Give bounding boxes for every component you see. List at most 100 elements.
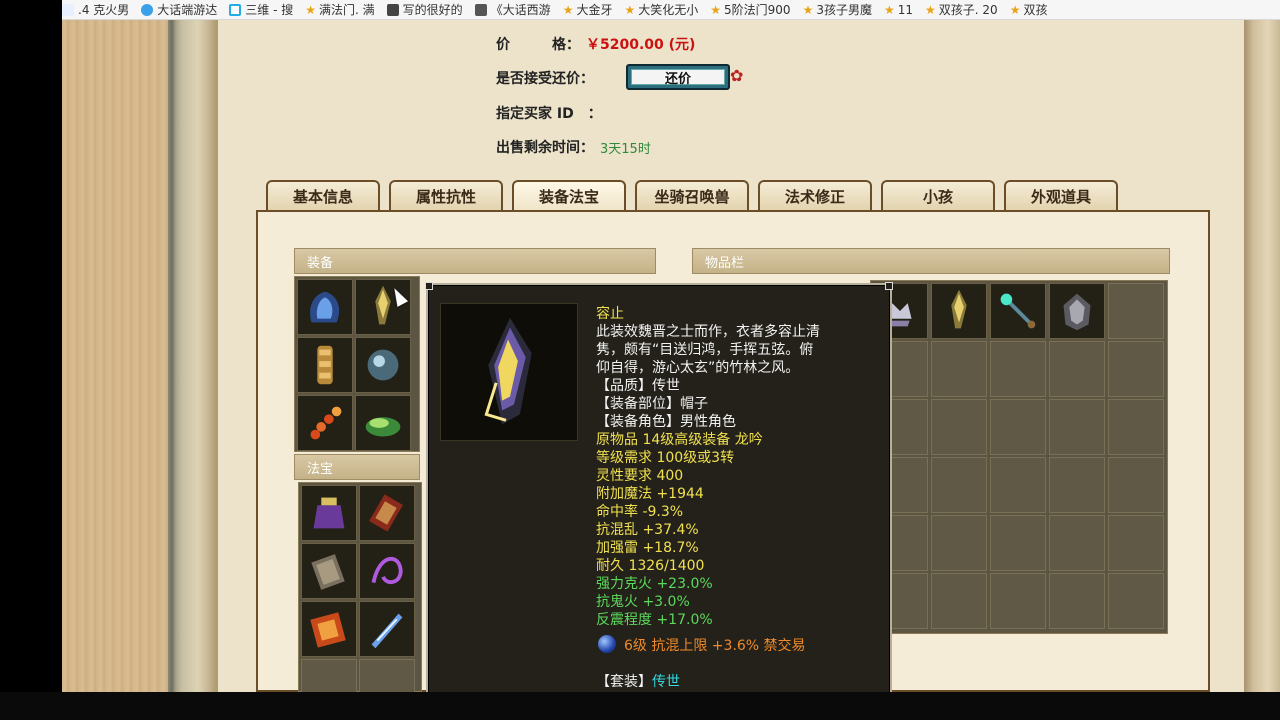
inventory-slot-empty[interactable] — [1049, 515, 1105, 571]
item-origin: 原物品 14级高级装备 龙吟 — [596, 432, 763, 448]
equipment-header: 装备 — [294, 248, 656, 274]
item-set-row: 【套装】传世 — [596, 673, 680, 691]
tab-attributes[interactable]: 属性抗性 — [389, 180, 503, 211]
item-name: 容止 — [596, 306, 624, 322]
bookmark-item[interactable]: ★ 双孩子. 20 — [925, 1, 998, 18]
treasure-slot[interactable] — [359, 543, 415, 599]
tab-spell-mods[interactable]: 法术修正 — [758, 180, 872, 211]
bookmark-item[interactable]: ★ 11 — [884, 3, 913, 17]
bookmark-item[interactable]: .4 克火男 — [62, 1, 129, 18]
time-label: 出售剩余时间： — [496, 140, 594, 156]
tab-children[interactable]: 小孩 — [881, 180, 995, 211]
item-bonus-stat: 反震程度 +17.0% — [596, 612, 713, 628]
tab-basic-info[interactable]: 基本信息 — [266, 180, 380, 211]
inventory-slot[interactable] — [1049, 283, 1105, 339]
inventory-slot-empty[interactable] — [931, 399, 987, 455]
inventory-slot-empty[interactable] — [931, 341, 987, 397]
item-bonus-stat: 强力克火 +23.0% — [596, 576, 713, 592]
buyer-label: 指定买家 ID ： — [496, 106, 602, 122]
scroll-bundle-icon — [317, 345, 333, 385]
bookmark-item[interactable]: ★ 5阶法门900 — [710, 1, 790, 18]
treasure-slot[interactable] — [301, 601, 357, 657]
item-role: 【装备角色】男性角色 — [596, 414, 736, 430]
purple-pouch-icon — [313, 497, 345, 529]
bookmark-item[interactable]: ★ 双孩 — [1010, 1, 1048, 18]
bookmark-item[interactable]: 《大话西游 — [474, 1, 551, 18]
price-label: 价 格： — [496, 37, 580, 53]
item-set-value: 传世 — [652, 674, 680, 690]
bookmark-item[interactable]: ★ 大笑化无小 — [624, 1, 698, 18]
bookmark-item[interactable]: ★ 满法门. 满 — [305, 1, 374, 18]
inventory-slot-empty[interactable] — [1049, 573, 1105, 629]
treasure-slot[interactable] — [359, 485, 415, 541]
item-spirit-req: 灵性要求 400 — [596, 468, 684, 484]
bookmark-item[interactable]: 写的很好的 — [386, 1, 463, 18]
inventory-slot-empty[interactable] — [1108, 457, 1164, 513]
star-icon: ★ — [883, 2, 895, 17]
inventory-slot-empty[interactable] — [1049, 399, 1105, 455]
staff-icon — [1000, 293, 1036, 329]
inventory-slot-empty[interactable] — [1049, 457, 1105, 513]
tab-appearance[interactable]: 外观道具 — [1004, 180, 1118, 211]
star-icon: ★ — [710, 2, 722, 17]
star-icon: ★ — [624, 2, 636, 17]
inventory-slot-empty[interactable] — [1108, 283, 1164, 339]
star-icon: ★ — [1009, 2, 1021, 17]
inventory-slot-empty[interactable] — [990, 573, 1046, 629]
equip-slot-shoes[interactable] — [355, 395, 411, 451]
right-scroll-frame — [1244, 20, 1280, 692]
item-stat: 附加魔法 +1944 — [596, 486, 704, 502]
tab-mounts-pets[interactable]: 坐骑召唤兽 — [635, 180, 749, 211]
bookmark-item[interactable]: 三维 - 搜 — [229, 1, 293, 18]
green-shoes-icon — [365, 417, 401, 437]
game-icon — [141, 3, 154, 16]
tab-equipment[interactable]: 装备法宝 — [512, 180, 626, 211]
treasure-slot[interactable] — [359, 601, 415, 657]
price-value: ￥5200.00 (元) — [586, 37, 696, 53]
equip-slot-belt[interactable] — [297, 395, 353, 451]
item-desc-line: 隽，颇有“目送归鸿，手挥五弦。俯 — [596, 342, 814, 358]
inventory-slot[interactable] — [990, 283, 1046, 339]
treasure-slot[interactable] — [301, 543, 357, 599]
equip-slot-necklace[interactable] — [355, 337, 411, 393]
inventory-slot-empty[interactable] — [931, 457, 987, 513]
inventory-slot-empty[interactable] — [990, 399, 1046, 455]
equip-slot-armor[interactable] — [297, 279, 353, 335]
equip-slot-weapon[interactable] — [297, 337, 353, 393]
item-preview — [440, 303, 578, 441]
equip-slot-helmet[interactable] — [355, 279, 411, 335]
star-icon: ★ — [925, 2, 936, 17]
tooltip-corner — [885, 282, 893, 290]
inventory-slot-empty[interactable] — [1108, 573, 1164, 629]
page-icon — [474, 3, 487, 16]
inventory-slot-empty[interactable] — [1108, 341, 1164, 397]
screen: .4 克火男 大话端游达 三维 - 搜 ★ 满法门. 满 写的很好的 《大话西游 … — [0, 0, 1280, 720]
inventory-slot-empty[interactable] — [990, 515, 1046, 571]
item-set-label: 【套装】 — [596, 674, 652, 690]
star-icon: ★ — [562, 2, 574, 17]
inventory-slot-empty[interactable] — [1049, 341, 1105, 397]
counter-offer-button[interactable]: 还价 — [626, 64, 730, 90]
inventory-slot-empty[interactable] — [1108, 515, 1164, 571]
inventory-slot-empty[interactable] — [990, 341, 1046, 397]
buyer-row: 指定买家 ID ： — [496, 103, 608, 123]
counter-offer-row: 是否接受还价： — [496, 68, 594, 88]
item-stat: 抗混乱 +37.4% — [596, 522, 699, 538]
bookmark-item[interactable]: 大话端游达 — [141, 1, 217, 18]
helmet-icon — [951, 289, 967, 329]
bookmark-item[interactable]: ★ 3孩子男魔 — [803, 1, 872, 18]
bookmark-item[interactable]: ★ 大金牙 — [563, 1, 613, 18]
item-gem-line: 6级 抗混上限 +3.6% 禁交易 — [624, 638, 806, 654]
page-icon — [386, 3, 399, 16]
star-icon: ★ — [802, 2, 814, 17]
inventory-slot-empty[interactable] — [931, 515, 987, 571]
item-bonus-stat: 抗鬼火 +3.0% — [596, 594, 690, 610]
red-seal-icon — [369, 494, 403, 532]
inventory-slot-empty[interactable] — [1108, 399, 1164, 455]
orb-icon — [367, 349, 399, 381]
left-scroll-frame — [168, 20, 218, 692]
inventory-slot[interactable] — [931, 283, 987, 339]
inventory-slot-empty[interactable] — [931, 573, 987, 629]
treasure-slot[interactable] — [301, 485, 357, 541]
inventory-slot-empty[interactable] — [990, 457, 1046, 513]
